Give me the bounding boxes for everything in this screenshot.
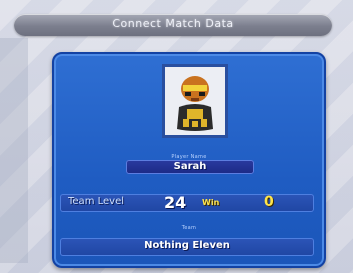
team-caption: Team <box>181 225 197 231</box>
player-name: Sarah <box>173 161 207 172</box>
character-portrait-icon <box>165 67 225 135</box>
team-level-row: Team Level 24 Win 0 <box>60 193 314 212</box>
team-name-row: Nothing Eleven <box>60 238 314 256</box>
win-label: Win <box>202 198 220 207</box>
background-band <box>0 38 28 263</box>
team-name: Nothing Eleven <box>144 240 230 251</box>
win-value: 0 <box>264 194 274 210</box>
team-level-value: 24 <box>164 193 187 212</box>
screen-title: Connect Match Data <box>112 17 234 30</box>
player-portrait <box>162 64 228 138</box>
title-bar: Connect Match Data <box>14 14 332 36</box>
match-data-panel: Player Name Sarah Team Level 24 Win 0 Te… <box>52 52 326 268</box>
team-level-label: Team Level <box>68 196 125 207</box>
player-name-field: Sarah <box>126 160 254 174</box>
